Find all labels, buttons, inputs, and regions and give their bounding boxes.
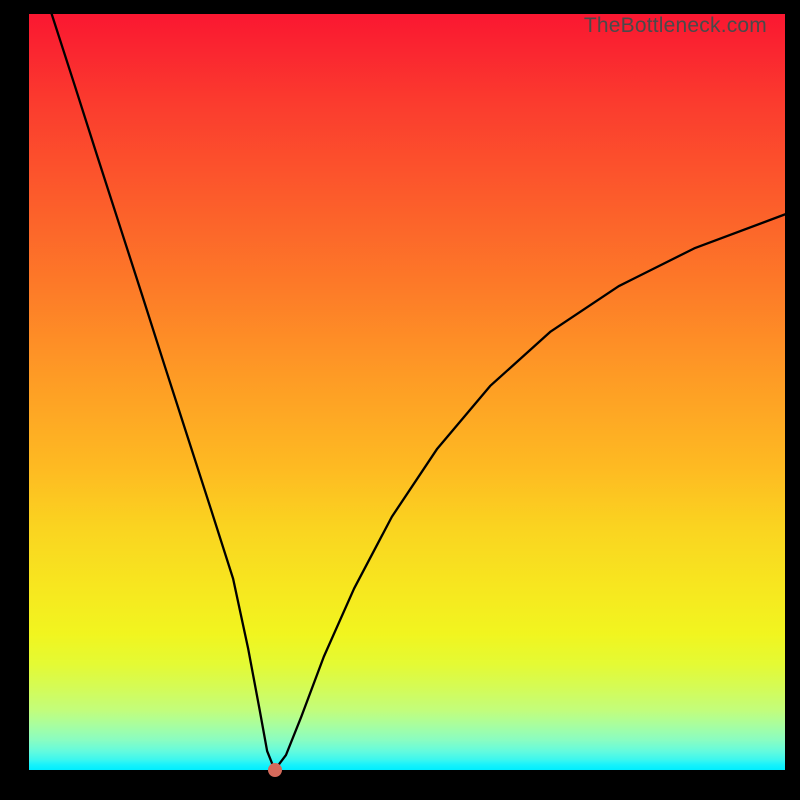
chart-frame: TheBottleneck.com	[0, 0, 800, 800]
plot-area: TheBottleneck.com	[29, 14, 785, 770]
minimum-marker-icon	[268, 763, 282, 777]
bottleneck-curve	[29, 14, 785, 770]
